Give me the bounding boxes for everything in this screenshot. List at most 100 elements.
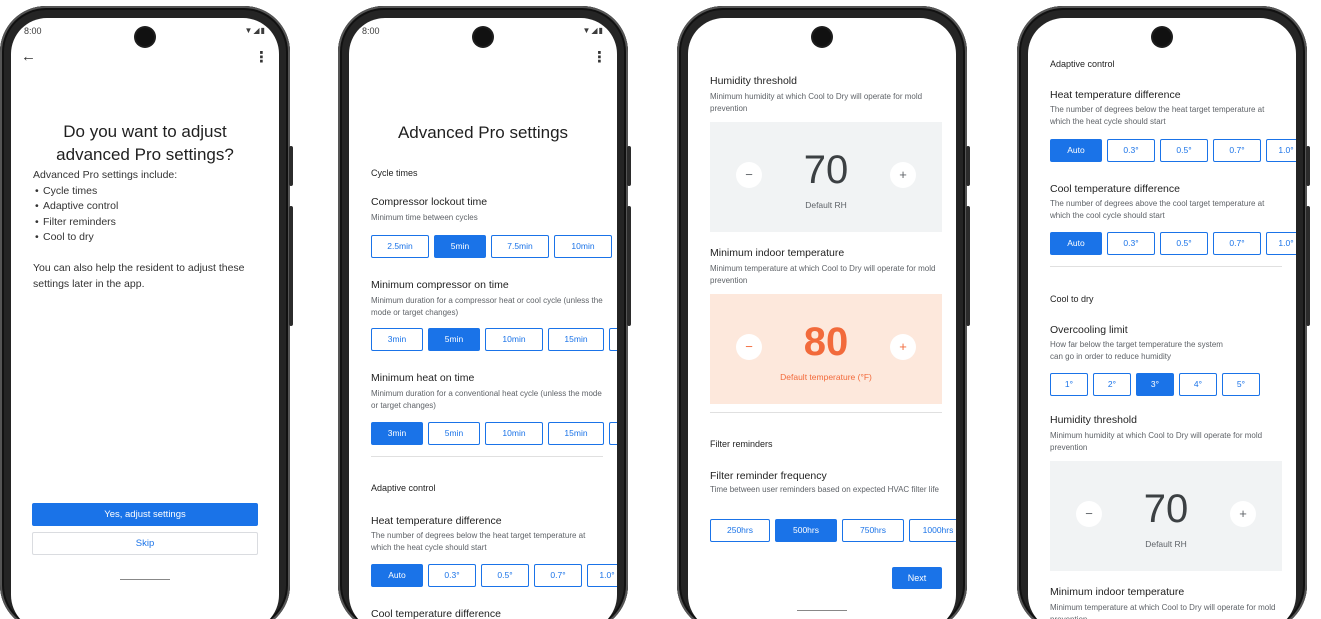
humidity-threshold-desc: Minimum humidity at which Cool to Dry wi… xyxy=(710,92,923,113)
option-0-7[interactable]: 0.7° xyxy=(1213,232,1261,255)
phone-2: 8:00 ▼◢▮ ⋮ Advanced Pro settings Cycle t… xyxy=(338,6,631,619)
heat-temp-diff-options: Auto 0.3° 0.5° 0.7° 1.0° xyxy=(1050,139,1296,162)
increment-button[interactable]: + xyxy=(1230,501,1256,527)
option-7-5min[interactable]: 7.5min xyxy=(491,235,549,258)
option-overflow[interactable] xyxy=(609,422,617,445)
screen-advanced-settings: 8:00 ▼◢▮ ⋮ Advanced Pro settings Cycle t… xyxy=(349,18,617,619)
next-button[interactable]: Next xyxy=(892,567,942,589)
option-3min[interactable]: 3min xyxy=(371,328,423,351)
option-0-5[interactable]: 0.5° xyxy=(481,564,529,587)
option-500hrs[interactable]: 500hrs xyxy=(775,519,837,542)
increment-button[interactable]: + xyxy=(890,162,916,188)
list-item: Filter reminders xyxy=(33,215,259,231)
status-time: 8:00 xyxy=(24,26,42,36)
option-250hrs[interactable]: 250hrs xyxy=(710,519,770,542)
option-4[interactable]: 4° xyxy=(1179,373,1217,396)
screen-adjust-prompt: 8:00 ▼◢▮ ← ⋮ Do you want to adjust advan… xyxy=(11,18,279,619)
filter-freq-desc: Time between user reminders based on exp… xyxy=(710,485,939,494)
option-1[interactable]: 1° xyxy=(1050,373,1088,396)
humidity-label: Default RH xyxy=(805,200,847,210)
option-1-0[interactable]: 1.0° xyxy=(1266,139,1296,162)
compressor-lockout-desc: Minimum time between cycles xyxy=(371,213,478,222)
back-arrow-icon[interactable]: ← xyxy=(21,48,36,65)
overcooling-desc: How far below the target temperature the… xyxy=(1050,340,1223,361)
section-filter-reminders: Filter reminders xyxy=(710,439,773,449)
intro-label: Advanced Pro settings include: xyxy=(33,169,178,181)
more-vert-icon[interactable]: ⋮ xyxy=(254,48,269,66)
humidity-stepper: − 70 + Default RH xyxy=(1050,461,1282,571)
option-2[interactable]: 2° xyxy=(1093,373,1131,396)
more-vert-icon[interactable]: ⋮ xyxy=(592,48,607,66)
heat-temp-diff-desc: The number of degrees below the heat tar… xyxy=(1050,105,1265,126)
min-heat-on-options: 3min 5min 10min 15min xyxy=(371,422,617,445)
section-cycle-times: Cycle times xyxy=(371,168,418,178)
divider xyxy=(371,456,603,457)
camera-cutout xyxy=(474,28,492,46)
option-5min[interactable]: 5min xyxy=(434,235,486,258)
option-auto[interactable]: Auto xyxy=(1050,139,1102,162)
option-3min[interactable]: 3min xyxy=(371,422,423,445)
humidity-stepper: − 70 + Default RH xyxy=(710,122,942,232)
phone-3: Humidity threshold Minimum humidity at w… xyxy=(677,6,970,619)
heat-temp-diff-title: Heat temperature difference xyxy=(371,515,502,527)
option-750hrs[interactable]: 750hrs xyxy=(842,519,904,542)
option-5[interactable]: 5° xyxy=(1222,373,1260,396)
option-auto[interactable]: Auto xyxy=(371,564,423,587)
phone-4: Adaptive control Heat temperature differ… xyxy=(1017,6,1310,619)
option-5min[interactable]: 5min xyxy=(428,422,480,445)
status-time: 8:00 xyxy=(362,26,380,36)
option-10min[interactable]: 10min xyxy=(485,328,543,351)
heat-temp-diff-desc: The number of degrees below the heat tar… xyxy=(371,531,586,552)
camera-cutout xyxy=(813,28,831,46)
filter-freq-title: Filter reminder frequency xyxy=(710,470,827,482)
option-0-5[interactable]: 0.5° xyxy=(1160,139,1208,162)
min-indoor-temp-title: Minimum indoor temperature xyxy=(1050,586,1185,598)
page-title: Do you want to adjust advanced Pro setti… xyxy=(56,122,234,164)
heat-temp-diff-options: Auto 0.3° 0.5° 0.7° 1.0° xyxy=(371,564,617,587)
option-1-0[interactable]: 1.0° xyxy=(587,564,617,587)
filter-freq-options: 250hrs 500hrs 750hrs 1000hrs xyxy=(710,519,956,542)
status-icons: ▼◢▮ xyxy=(582,26,604,35)
min-compressor-on-title: Minimum compressor on time xyxy=(371,279,509,291)
option-0-3[interactable]: 0.3° xyxy=(1107,139,1155,162)
option-overflow[interactable] xyxy=(609,328,617,351)
increment-button[interactable]: + xyxy=(890,334,916,360)
option-0-7[interactable]: 0.7° xyxy=(1213,139,1261,162)
option-auto[interactable]: Auto xyxy=(1050,232,1102,255)
option-5min[interactable]: 5min xyxy=(428,328,480,351)
option-0-7[interactable]: 0.7° xyxy=(534,564,582,587)
option-1-0[interactable]: 1.0° xyxy=(1266,232,1296,255)
settings-list: Cycle times Adaptive control Filter remi… xyxy=(33,184,259,246)
option-10min[interactable]: 10min xyxy=(485,422,543,445)
option-3[interactable]: 3° xyxy=(1136,373,1174,396)
section-cool-to-dry: Cool to dry xyxy=(1050,294,1094,304)
option-2-5min[interactable]: 2.5min xyxy=(371,235,429,258)
section-adaptive-control: Adaptive control xyxy=(1050,59,1115,69)
home-indicator[interactable] xyxy=(120,579,170,580)
min-indoor-temp-title: Minimum indoor temperature xyxy=(710,247,845,259)
option-10min[interactable]: 10min xyxy=(554,235,612,258)
list-item: Adaptive control xyxy=(33,199,259,215)
skip-button[interactable]: Skip xyxy=(32,532,258,555)
humidity-label: Default RH xyxy=(1145,539,1187,549)
cool-temp-diff-title: Cool temperature difference xyxy=(371,608,501,619)
phone-1: 8:00 ▼◢▮ ← ⋮ Do you want to adjust advan… xyxy=(0,6,293,619)
home-indicator[interactable] xyxy=(797,610,847,611)
page-title: Advanced Pro settings xyxy=(397,123,569,142)
option-0-3[interactable]: 0.3° xyxy=(1107,232,1155,255)
cool-temp-diff-options: Auto 0.3° 0.5° 0.7° 1.0° xyxy=(1050,232,1296,255)
option-0-5[interactable]: 0.5° xyxy=(1160,232,1208,255)
humidity-threshold-title: Humidity threshold xyxy=(710,75,797,87)
humidity-threshold-title: Humidity threshold xyxy=(1050,414,1137,426)
option-15min[interactable]: 15min xyxy=(548,328,604,351)
status-icons: ▼◢▮ xyxy=(244,26,266,35)
option-1000hrs[interactable]: 1000hrs xyxy=(909,519,956,542)
option-0-3[interactable]: 0.3° xyxy=(428,564,476,587)
option-15min[interactable]: 15min xyxy=(548,422,604,445)
humidity-threshold-desc: Minimum humidity at which Cool to Dry wi… xyxy=(1050,431,1263,452)
yes-adjust-button[interactable]: Yes, adjust settings xyxy=(32,503,258,526)
overcooling-title: Overcooling limit xyxy=(1050,324,1128,336)
screen-adaptive-cool-dry: Adaptive control Heat temperature differ… xyxy=(1028,18,1296,619)
min-indoor-temp-desc: Minimum temperature at which Cool to Dry… xyxy=(710,264,936,285)
temperature-label: Default temperature (°F) xyxy=(780,372,872,382)
